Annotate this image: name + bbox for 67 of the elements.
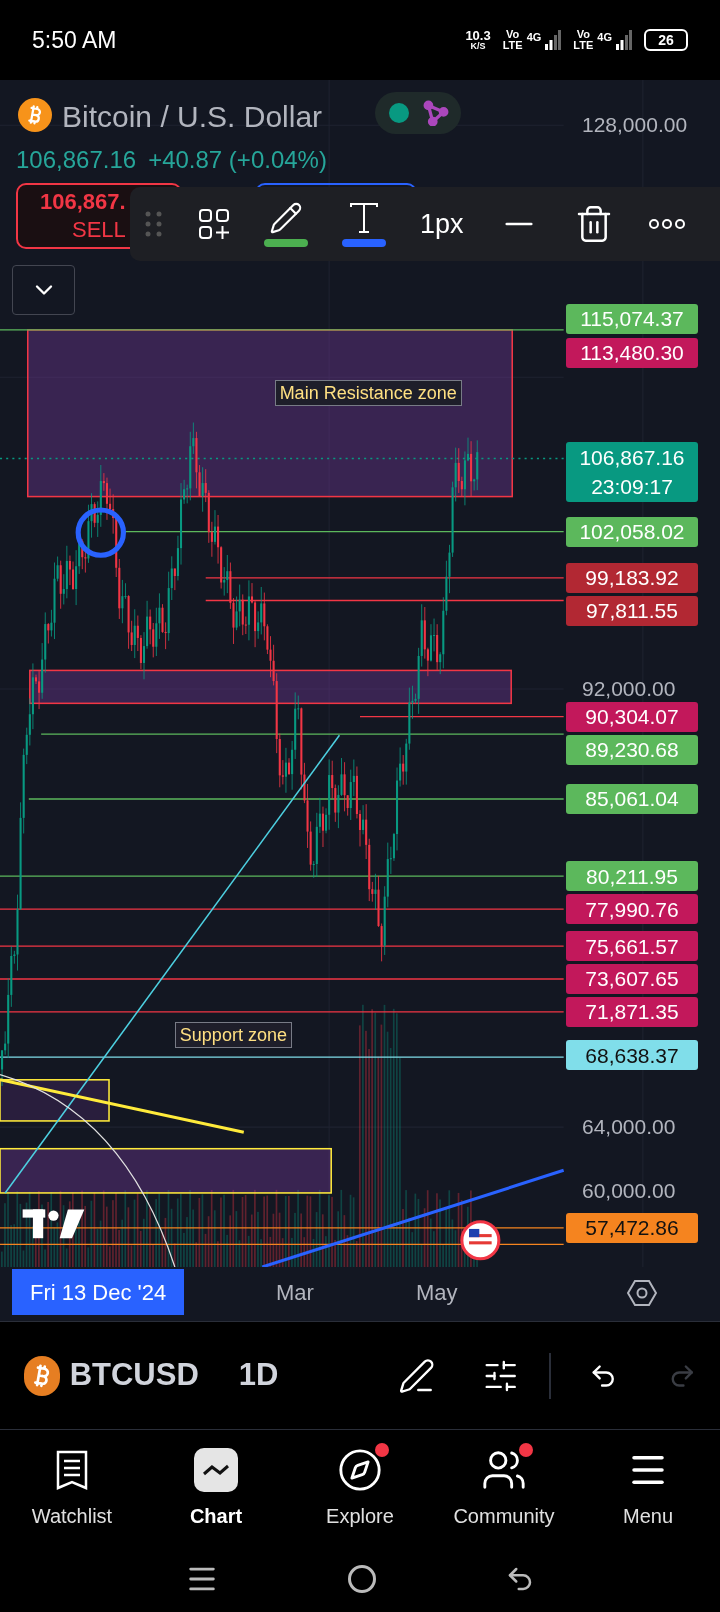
signal-icon [545,30,562,50]
drag-handle-icon[interactable] [144,210,164,238]
text-annotation: Support zone [174,1021,292,1048]
nav-tab[interactable]: Menu [583,1444,713,1531]
nav-tab[interactable]: Chart [151,1444,281,1531]
watchlist-icon [55,1449,89,1490]
volte-label: Vo [576,29,590,40]
price-value: 90,304.07 [585,704,679,731]
price-axis-tick: 128,000.00 [582,114,688,136]
symbol-title: Bitcoin / U.S. Dollar [62,99,323,135]
chart-icon [194,1447,238,1492]
interval-button[interactable]: 1D [238,1352,279,1399]
price-value: 97,811.55 [586,598,678,625]
templates-icon[interactable] [198,208,230,240]
price-value: 99,183.92 [585,565,679,592]
price-value: 89,230.68 [585,737,679,764]
nav-tab[interactable]: Watchlist [7,1444,137,1531]
line-width-button[interactable]: 1px [420,203,464,245]
battery-level: 26 [658,33,674,47]
time-axis-label: May [415,1278,459,1307]
countdown-time: 23:09:17 [591,473,673,500]
share-icon [423,100,449,126]
nav-tab[interactable]: Community [439,1444,569,1531]
price-axis-tick: 60,000.00 [582,1179,676,1201]
price-value: 75,661.57 [585,933,679,960]
color-swatch [342,239,386,247]
net-speed: 10.3 [465,29,491,42]
compass-icon [337,1446,383,1493]
pencil-icon [269,201,303,235]
volte-label: Vo [506,29,520,40]
indicator-toggle[interactable] [375,92,461,134]
network-type: 4G [597,30,612,45]
text-annotation: Main Resistance zone [274,379,462,406]
price-value: 77,990.76 [585,896,679,923]
price-value: 71,871.35 [585,999,679,1026]
price-value: 68,638.37 [585,1042,679,1069]
line-color-button[interactable] [264,201,308,247]
text-color-button[interactable] [342,201,386,247]
last-price: 106,867.16 [16,145,137,175]
volte-label: LTE [573,40,594,51]
price-value: 85,061.04 [585,786,679,813]
nav-tab[interactable]: Explore [295,1444,425,1531]
bitcoin-icon [18,98,52,132]
text-icon [347,201,381,235]
color-swatch [264,239,308,247]
net-speed-unit: K/S [470,42,486,51]
price-value: 57,472.86 [585,1215,679,1242]
symbol-button[interactable]: BTCUSD [69,1352,199,1399]
time-axis-label: Mar [275,1278,315,1307]
clock: 5:50 AM [32,25,117,55]
bitcoin-icon [24,1355,60,1396]
price-value: 115,074.37 [580,306,684,333]
price-axis-tick: 64,000.00 [582,1116,676,1138]
network-type: 4G [526,30,542,45]
settings-icon[interactable] [627,1278,657,1308]
price-value: 73,607.65 [585,966,679,993]
time-axis-label: Fri 13 Dec '24 [12,1269,185,1315]
more-icon[interactable] [647,218,686,230]
volte-label: LTE [502,40,523,51]
price-change: +40.87 (+0.04%) [148,145,327,175]
home-button[interactable] [348,1564,376,1593]
price-value: 80,211.95 [586,863,678,890]
signal-icon [616,30,632,50]
price-value: 113,480.30 [580,340,684,367]
price-value: 102,058.02 [579,519,685,546]
price-value: 106,867.16 [579,444,685,471]
price-axis-tick: 92,000.00 [582,677,676,699]
